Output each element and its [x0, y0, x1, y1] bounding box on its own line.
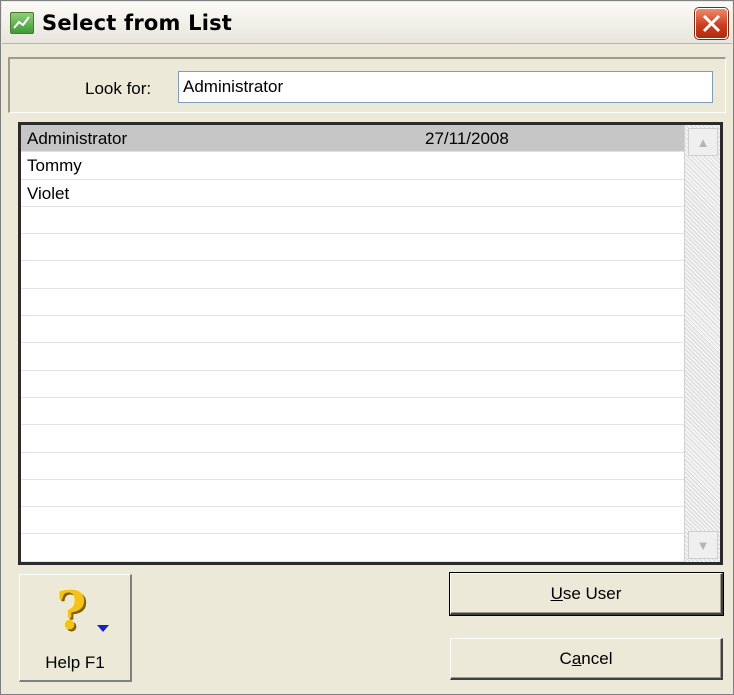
list-item[interactable]: [21, 425, 684, 453]
help-button[interactable]: ? Help F1: [19, 574, 132, 682]
use-user-button[interactable]: Use User: [449, 572, 724, 616]
list-item[interactable]: Administrator 27/11/2008: [21, 125, 684, 153]
question-mark-icon: ?: [56, 581, 87, 642]
look-for-label: Look for:: [85, 79, 152, 98]
list-item[interactable]: [21, 480, 684, 508]
cancel-mnemonic: a: [571, 648, 582, 668]
list-item[interactable]: [21, 343, 684, 371]
scroll-down-arrow-icon: ▼: [696, 538, 710, 553]
list-item[interactable]: Violet: [21, 180, 684, 207]
list-item-date: 27/11/2008: [425, 129, 509, 148]
cancel-button[interactable]: Cancel: [450, 638, 723, 680]
scroll-up-arrow-icon: ▲: [696, 135, 710, 150]
list-item[interactable]: Tommy: [21, 152, 684, 180]
title-bar[interactable]: Select from List: [2, 2, 732, 44]
scroll-up-button[interactable]: ▲: [688, 128, 718, 156]
list-item[interactable]: [21, 371, 684, 398]
list-item[interactable]: [21, 507, 684, 535]
vertical-scrollbar[interactable]: ▲ ▼: [684, 125, 720, 562]
list-item[interactable]: [21, 261, 684, 289]
close-button[interactable]: [695, 8, 728, 39]
close-icon: [702, 14, 721, 33]
list-item-name: Violet: [27, 183, 70, 203]
list-item-name: Administrator: [27, 129, 128, 148]
list-item-name: Tommy: [27, 156, 82, 176]
list-item[interactable]: [21, 453, 684, 480]
list-item[interactable]: [21, 398, 684, 426]
use-user-label: se User: [562, 583, 622, 603]
cancel-label-rest: ncel: [581, 648, 613, 668]
dropdown-arrow-icon: [97, 625, 109, 632]
select-from-list-dialog: Select from List Look for: Administrator…: [0, 0, 734, 695]
user-list[interactable]: Administrator 27/11/2008 Tommy Violet ▲ ▼: [18, 122, 723, 565]
list-item[interactable]: [21, 234, 684, 262]
cancel-label-start: C: [559, 648, 572, 668]
list-item[interactable]: [21, 316, 684, 344]
scroll-down-button[interactable]: ▼: [688, 531, 718, 559]
app-chart-icon: [10, 12, 34, 34]
list-item[interactable]: [21, 207, 684, 235]
list-item[interactable]: [21, 534, 684, 562]
list-rows: Administrator 27/11/2008 Tommy Violet: [21, 125, 684, 562]
list-item[interactable]: [21, 289, 684, 317]
look-for-input[interactable]: [178, 71, 713, 103]
use-user-mnemonic: U: [550, 583, 563, 603]
window-title: Select from List: [42, 11, 233, 35]
help-button-label: Help F1: [45, 653, 105, 672]
